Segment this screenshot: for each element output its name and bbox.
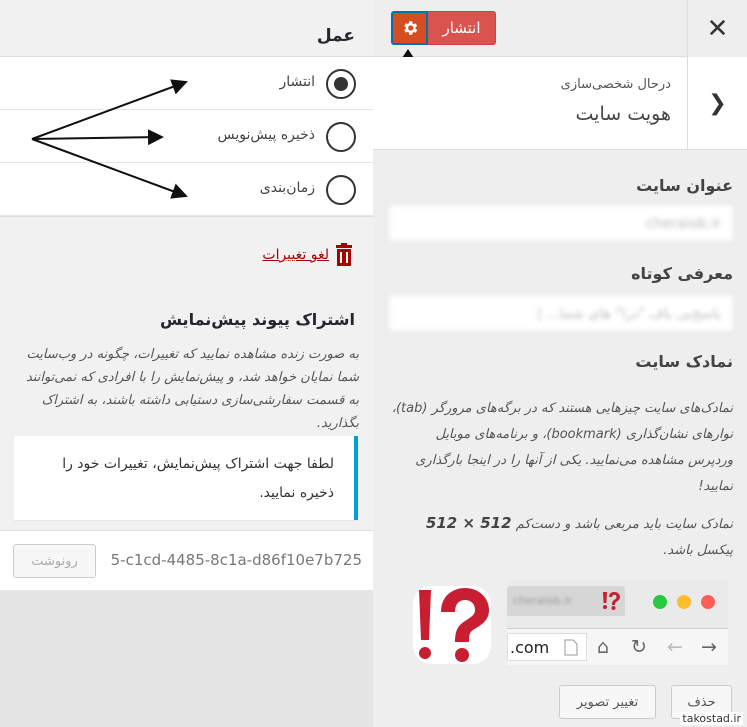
publish-settings-panel: عمل انتشار ذخیره پیش‌نویس زمان‌بندی: [0, 0, 373, 590]
size-value: 512 × 512: [425, 514, 512, 532]
chevron-right-icon: ❯: [708, 91, 727, 116]
share-preview-title: اشتراک پیوند پیش‌نمایش: [159, 310, 355, 329]
size-prefix: نمادک سایت باید مربعی باشد و دست‌کم: [515, 517, 733, 532]
option-label: زمان‌بندی: [259, 180, 315, 196]
forward-icon: ←: [667, 636, 683, 658]
close-icon: ✕: [706, 13, 729, 44]
back-button[interactable]: ❯: [687, 57, 747, 150]
radio-publish[interactable]: [326, 69, 356, 99]
tagline-label: معرفی کوتاه: [631, 264, 733, 283]
site-title-label: عنوان سایت: [636, 176, 733, 195]
annotation-arrows: [31, 79, 188, 199]
site-icon-description: نمادک‌های سایت چیزهایی هستند که در برگه‌…: [391, 401, 733, 494]
gear-icon: [403, 21, 417, 35]
discard-changes-link[interactable]: لغو تغییرات: [262, 247, 329, 263]
browser-url-field: .com: [507, 633, 587, 661]
browser-url-text: .com: [510, 638, 550, 657]
publish-settings-button[interactable]: [391, 11, 428, 45]
minimize-dot: [677, 595, 691, 609]
save-notice: لطفا جهت اشتراک پیش‌نمایش، تغییرات خود ر…: [14, 436, 358, 520]
page-icon: [564, 639, 578, 656]
share-preview-description: به صورت زنده مشاهده نمایید که تغییرات، چ…: [25, 347, 359, 431]
browser-toolbar: .com ⌂ ↻ ← →: [507, 628, 728, 665]
publish-button[interactable]: انتشار: [428, 11, 496, 45]
watermark: takostad.ir: [680, 712, 743, 725]
site-icon-label: نمادک سایت: [635, 352, 733, 371]
tagline-input[interactable]: یاسخ‌یی یاف "درا" های شما... |: [388, 294, 734, 332]
preview-link-row: رونوشت: [0, 530, 373, 590]
change-image-button[interactable]: تغییر تصویر: [559, 685, 656, 719]
section-title: هویت سایت: [575, 103, 671, 125]
home-icon: ⌂: [597, 636, 610, 658]
discard-changes[interactable]: لغو تغییرات: [262, 243, 355, 267]
publish-options: انتشار ذخیره پیش‌نویس زمان‌بندی: [0, 56, 373, 217]
radio-schedule[interactable]: [326, 175, 356, 205]
back-icon: →: [701, 636, 717, 658]
browser-preview: cheraiob.ir .com ⌂ ↻ ← →: [507, 580, 728, 665]
publish-controls: انتشار: [391, 11, 496, 45]
copy-button[interactable]: رونوشت: [13, 544, 96, 578]
site-title-input[interactable]: cheraiob.ir: [388, 204, 734, 242]
reload-icon: ↻: [631, 636, 647, 658]
size-suffix: پیکسل باشد.: [663, 543, 733, 558]
trash-icon: [336, 243, 352, 266]
action-section-title: عمل: [316, 26, 355, 46]
section-header: ❯ درحال شخصی‌سازی هویت سایت: [373, 57, 747, 150]
close-dot: [701, 595, 715, 609]
option-label: انتشار: [279, 74, 315, 90]
browser-tab: cheraiob.ir: [507, 586, 625, 616]
radio-save-draft[interactable]: [326, 122, 356, 152]
option-label: ذخیره پیش‌نویس: [217, 127, 315, 143]
preview-link-input[interactable]: [100, 543, 362, 577]
save-notice-text: لطفا جهت اشتراک پیش‌نمایش، تغییرات خود ر…: [62, 456, 334, 501]
customizer-header: انتشار ✕: [373, 0, 747, 57]
tab-favicon: [603, 592, 620, 610]
maximize-dot: [653, 595, 667, 609]
close-button[interactable]: ✕: [687, 0, 747, 57]
site-icon-size-note: نمادک سایت باید مربعی باشد و دست‌کم 512 …: [387, 510, 733, 564]
customizer-sidebar: انتشار ✕ ❯ درحال شخصی‌سازی هویت سایت عنو…: [373, 0, 747, 727]
browser-tab-title: cheraiob.ir: [513, 594, 572, 607]
site-icon-image: [413, 586, 491, 664]
customizing-label: درحال شخصی‌سازی: [560, 77, 671, 92]
